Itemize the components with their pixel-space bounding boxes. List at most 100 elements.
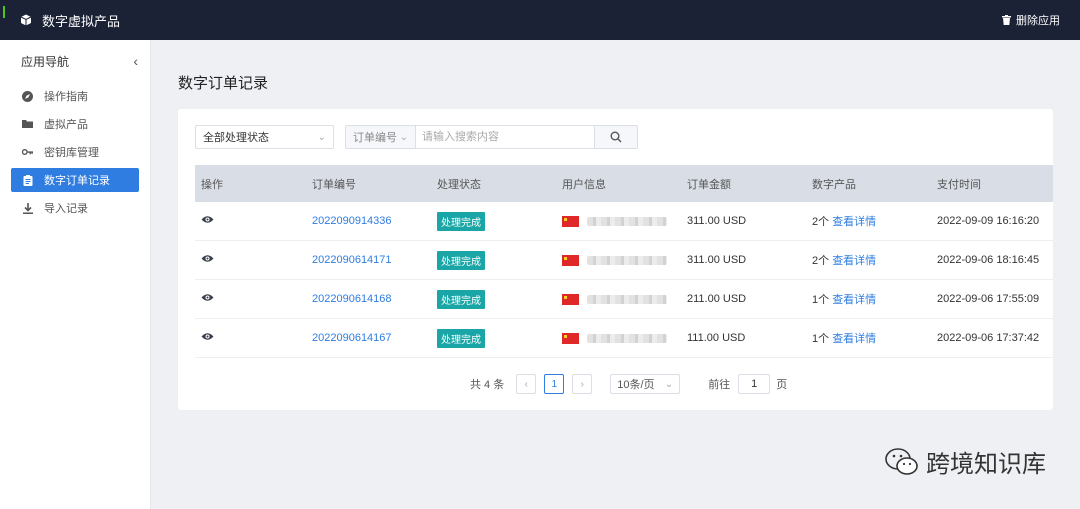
- view-details-link[interactable]: 查看详情: [832, 255, 876, 267]
- column-header: 数字产品: [812, 178, 856, 191]
- china-flag-icon: [562, 215, 579, 227]
- payment-time: 2022-09-06 17:37:42: [937, 332, 1040, 344]
- table-header: 操作 订单编号 处理状态 用户信息 订单金额 数字产品 支付时间: [195, 165, 1053, 202]
- search-group: 订单编号 ⌄: [345, 125, 638, 149]
- page-size-select[interactable]: 10条/页 ⌄: [610, 374, 681, 394]
- status-badge: 处理完成: [437, 211, 485, 231]
- order-number-link[interactable]: 2022090614171: [312, 254, 392, 266]
- sidebar-item-label: 密钥库管理: [44, 147, 99, 159]
- clipboard-icon: [22, 174, 33, 186]
- view-details-link[interactable]: 查看详情: [832, 216, 876, 228]
- search-type-select[interactable]: 订单编号 ⌄: [345, 125, 415, 149]
- delete-app-label: 删除应用: [1016, 15, 1060, 27]
- column-header: 用户信息: [562, 178, 606, 191]
- status-badge: 处理完成: [437, 289, 485, 309]
- order-amount: 311.00 USD: [687, 215, 747, 227]
- table-row: 2022090614171 处理完成 311.00 USD 2个 查看详情 20…: [195, 241, 1053, 280]
- main-content: 数字订单记录 全部处理状态 ⌄ 订单编号 ⌄ 操作 订单编号: [151, 40, 1080, 509]
- column-header: 处理状态: [437, 178, 481, 191]
- collapse-chevron-icon[interactable]: ‹: [133, 53, 138, 69]
- prev-page-button[interactable]: ‹: [516, 374, 537, 394]
- table-row: 2022090614168 处理完成 211.00 USD 1个 查看详情 20…: [195, 280, 1053, 319]
- sidebar-header: 应用导航 ‹: [0, 42, 150, 80]
- order-number-link[interactable]: 2022090614167: [312, 332, 392, 344]
- cube-icon: [20, 14, 32, 26]
- page-title: 数字订单记录: [178, 75, 269, 92]
- redacted-user-info: [587, 294, 667, 304]
- table-row: 2022090914336 处理完成 311.00 USD 2个 查看详情 20…: [195, 202, 1053, 241]
- watermark-text: 跨境知识库: [926, 451, 1046, 478]
- top-bar: 数字虚拟产品 删除应用: [0, 0, 1080, 40]
- sidebar-item-virtual-products[interactable]: 虚拟产品: [11, 112, 139, 136]
- user-info: [562, 215, 687, 227]
- delete-app-button[interactable]: 删除应用: [1002, 12, 1060, 28]
- user-info: [562, 293, 687, 305]
- search-type-value: 订单编号: [353, 132, 397, 144]
- column-header: 操作: [201, 178, 223, 191]
- search-input[interactable]: [415, 125, 595, 149]
- chevron-down-icon: ⌄: [399, 131, 408, 143]
- view-details-link[interactable]: 查看详情: [832, 294, 876, 306]
- sidebar-item-guide[interactable]: 操作指南: [11, 84, 139, 108]
- download-icon: [22, 202, 33, 214]
- orders-table: 操作 订单编号 处理状态 用户信息 订单金额 数字产品 支付时间 2022090…: [195, 165, 1053, 358]
- status-badge: 处理完成: [437, 250, 485, 270]
- search-button[interactable]: [595, 125, 638, 149]
- china-flag-icon: [562, 254, 579, 266]
- status-filter-select[interactable]: 全部处理状态 ⌄: [195, 125, 334, 149]
- product-count: 1个: [812, 333, 830, 345]
- order-number-link[interactable]: 2022090614168: [312, 293, 392, 305]
- search-icon: [610, 131, 622, 143]
- redacted-user-info: [587, 333, 667, 343]
- sidebar-item-digital-orders[interactable]: 数字订单记录: [11, 168, 139, 192]
- payment-time: 2022-09-09 16:16:20: [937, 215, 1040, 227]
- view-eye-icon[interactable]: [201, 215, 214, 224]
- chevron-down-icon: ⌄: [664, 378, 674, 390]
- sidebar-item-label: 虚拟产品: [44, 119, 88, 131]
- indicator-mark: [3, 6, 5, 18]
- app-title: 数字虚拟产品: [42, 13, 121, 29]
- sidebar-item-label: 操作指南: [44, 91, 88, 103]
- column-header: 订单金额: [687, 178, 731, 191]
- folder-icon: [22, 119, 33, 130]
- key-icon: [22, 147, 33, 158]
- view-eye-icon[interactable]: [201, 254, 214, 263]
- compass-icon: [22, 90, 33, 102]
- view-eye-icon[interactable]: [201, 293, 214, 302]
- pagination: 共 4 条 ‹ 1 › 10条/页 ⌄ 前往 页: [470, 374, 787, 394]
- goto-page-input[interactable]: [738, 374, 771, 394]
- product-count: 2个: [812, 216, 830, 228]
- chevron-down-icon: ⌄: [317, 131, 326, 143]
- table-row: 2022090614167 处理完成 111.00 USD 1个 查看详情 20…: [195, 319, 1053, 358]
- order-number-link[interactable]: 2022090914336: [312, 215, 392, 227]
- order-amount: 111.00 USD: [687, 332, 746, 344]
- product-count: 1个: [812, 294, 830, 306]
- user-info: [562, 254, 687, 266]
- total-count: 共 4 条: [470, 379, 505, 391]
- view-eye-icon[interactable]: [201, 332, 214, 341]
- payment-time: 2022-09-06 17:55:09: [937, 293, 1040, 305]
- china-flag-icon: [562, 293, 579, 305]
- wechat-icon: [885, 447, 918, 475]
- sidebar-title: 应用导航: [21, 54, 70, 69]
- page-unit-label: 页: [776, 379, 788, 391]
- page-number-button[interactable]: 1: [544, 374, 565, 394]
- sidebar-item-import-records[interactable]: 导入记录: [11, 196, 139, 220]
- payment-time: 2022-09-06 18:16:45: [937, 254, 1040, 266]
- product-count: 2个: [812, 255, 830, 267]
- trash-icon: [1002, 15, 1011, 25]
- sidebar: 应用导航 ‹ 操作指南 虚拟产品 密钥库管理 数字订单记录 导入记录: [0, 40, 151, 509]
- redacted-user-info: [587, 255, 667, 265]
- sidebar-item-label: 数字订单记录: [44, 175, 110, 187]
- status-badge: 处理完成: [437, 328, 485, 348]
- view-details-link[interactable]: 查看详情: [832, 333, 876, 345]
- filter-bar: 全部处理状态 ⌄ 订单编号 ⌄: [195, 125, 638, 149]
- next-page-button[interactable]: ›: [572, 374, 593, 394]
- status-filter-value: 全部处理状态: [203, 132, 269, 144]
- china-flag-icon: [562, 332, 579, 344]
- sidebar-item-key-management[interactable]: 密钥库管理: [11, 140, 139, 164]
- column-header: 订单编号: [312, 178, 356, 191]
- column-header: 支付时间: [937, 178, 981, 191]
- watermark: 跨境知识库: [884, 444, 1046, 479]
- order-amount: 211.00 USD: [687, 293, 747, 305]
